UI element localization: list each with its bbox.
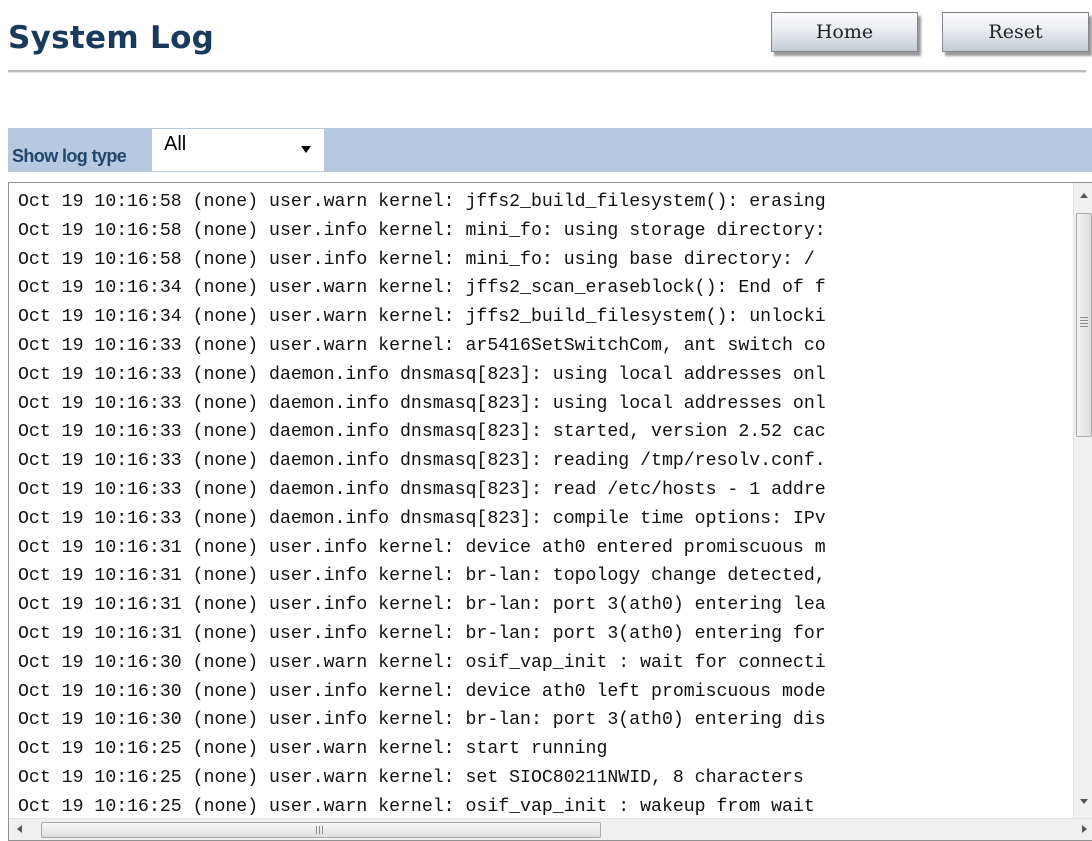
log-line: Oct 19 10:16:33 (none) daemon.info dnsma…: [18, 393, 826, 414]
home-button[interactable]: Home: [771, 12, 918, 52]
log-line: Oct 19 10:16:58 (none) user.info kernel:…: [18, 249, 815, 270]
log-line: Oct 19 10:16:31 (none) user.info kernel:…: [18, 595, 826, 616]
log-line: Oct 19 10:16:31 (none) user.info kernel:…: [18, 566, 826, 587]
system-log-textarea[interactable]: Oct 19 10:16:58 (none) user.warn kernel:…: [8, 182, 1092, 841]
scroll-left-arrow-icon[interactable]: [17, 825, 22, 833]
title-divider: [8, 70, 1086, 73]
log-line: Oct 19 10:16:58 (none) user.warn kernel:…: [18, 192, 826, 212]
log-line: Oct 19 10:16:34 (none) user.warn kernel:…: [18, 307, 826, 328]
log-line: Oct 19 10:16:58 (none) user.info kernel:…: [18, 220, 826, 241]
scroll-right-arrow-icon[interactable]: [1082, 825, 1087, 833]
horizontal-scroll-thumb[interactable]: [41, 822, 601, 838]
log-line: Oct 19 10:16:33 (none) daemon.info dnsma…: [18, 451, 826, 472]
page-title: System Log: [8, 20, 215, 56]
vertical-scrollbar[interactable]: [1073, 183, 1092, 818]
log-line: Oct 19 10:16:33 (none) daemon.info dnsma…: [18, 422, 826, 443]
log-line: Oct 19 10:16:33 (none) daemon.info dnsma…: [18, 508, 826, 529]
log-line: Oct 19 10:16:30 (none) user.warn kernel:…: [18, 652, 826, 673]
show-log-type-label: Show log type: [12, 146, 127, 166]
vertical-scroll-thumb[interactable]: [1076, 213, 1092, 437]
log-line: Oct 19 10:16:31 (none) user.info kernel:…: [18, 623, 826, 644]
log-line: Oct 19 10:16:33 (none) daemon.info dnsma…: [18, 479, 826, 500]
dropdown-arrow-icon: [301, 146, 311, 153]
log-type-selected-value: All: [164, 133, 187, 155]
log-line: Oct 19 10:16:34 (none) user.warn kernel:…: [18, 278, 826, 299]
log-type-select[interactable]: All: [152, 129, 324, 171]
log-line: Oct 19 10:16:25 (none) user.warn kernel:…: [18, 739, 608, 760]
log-line: Oct 19 10:16:30 (none) user.info kernel:…: [18, 710, 826, 731]
scroll-up-arrow-icon[interactable]: [1080, 193, 1088, 198]
log-line: Oct 19 10:16:33 (none) user.warn kernel:…: [18, 335, 826, 356]
horizontal-scrollbar[interactable]: [9, 818, 1092, 840]
log-line: Oct 19 10:16:25 (none) user.warn kernel:…: [18, 767, 804, 788]
log-line: Oct 19 10:16:30 (none) user.info kernel:…: [18, 681, 826, 702]
log-line: Oct 19 10:16:33 (none) daemon.info dnsma…: [18, 364, 826, 385]
log-line: Oct 19 10:16:31 (none) user.info kernel:…: [18, 537, 826, 558]
scroll-down-arrow-icon[interactable]: [1080, 799, 1088, 804]
log-lines: Oct 19 10:16:58 (none) user.warn kernel:…: [18, 188, 1073, 822]
reset-button[interactable]: Reset: [942, 12, 1089, 52]
